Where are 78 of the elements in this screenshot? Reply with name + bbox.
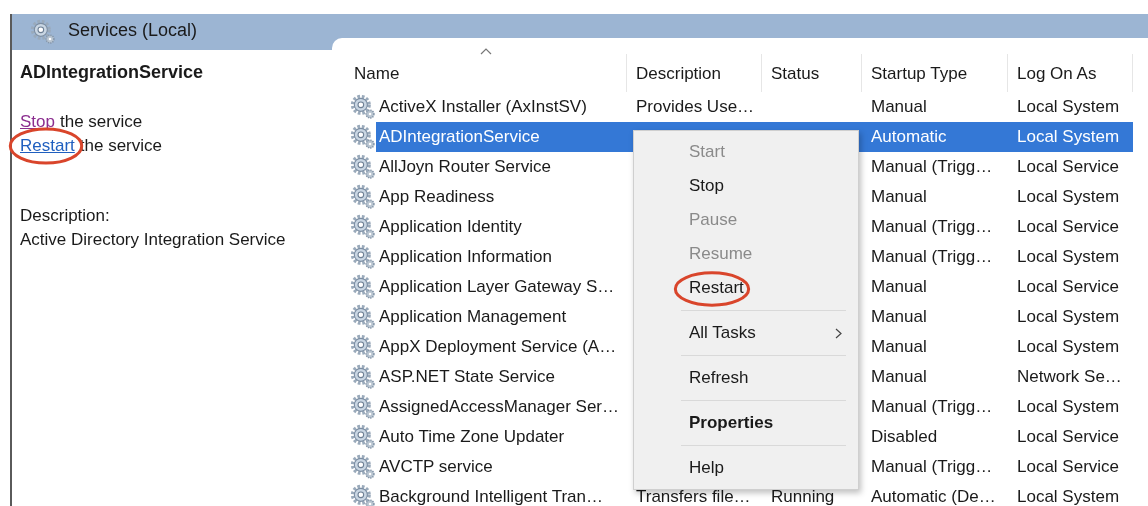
table-cell-text: Local System [1016,486,1121,506]
table-cell-text: Application Management [378,306,568,329]
gear-icon [350,244,376,270]
table-cell-text: Local System [1016,246,1121,269]
table-cell-text: Local Service [1016,156,1121,179]
chevron-right-icon [835,327,842,339]
header-title: Services (Local) [68,18,198,42]
table-cell-text: Local Service [1016,216,1121,239]
description-text: Active Directory Integration Service [20,229,287,252]
table-cell-text: ActiveX Installer (AxInstSV) [378,96,588,119]
table-cell-text: Local Service [1016,426,1121,449]
gear-icon [30,19,56,45]
column-header[interactable]: Log On As [1008,54,1133,92]
gear-icon [350,454,376,480]
gear-icon [350,304,376,330]
table-cell-text: Manual (Trigg… [870,456,994,479]
gear-icon [350,394,376,420]
column-header[interactable]: Name [344,54,627,92]
table-cell-text: AppX Deployment Service (A… [378,336,618,359]
gear-icon [350,334,376,360]
menu-item[interactable]: Help [681,451,846,485]
menu-item[interactable]: Restart [681,271,846,305]
sort-caret-icon [480,48,492,55]
table-cell-text: Running [770,486,836,506]
table-cell-text: Manual [870,306,928,329]
table-cell-text: Local System [1016,186,1121,209]
table-cell-text: Transfers file… [635,486,752,506]
table-cell-text: Manual [870,276,928,299]
description-label: Description: [20,205,111,228]
menu-item[interactable]: Refresh [681,361,846,395]
table-cell-text: Provides Use… [635,96,756,119]
gear-icon [350,364,376,390]
table-cell: Automatic [862,122,1008,152]
table-cell-text: Manual [870,96,928,119]
table-cell-text: App Readiness [378,186,496,209]
gear-icon [350,94,376,120]
menu-item[interactable]: Stop [681,169,846,203]
menu-item[interactable]: Properties [681,406,846,440]
column-header[interactable]: Description [627,54,762,92]
table-cell-text: Network Se… [1016,366,1123,389]
table-cell-text: Local Service [1016,456,1121,479]
table-cell-text: Manual (Trigg… [870,246,994,269]
gear-icon [350,184,376,210]
service-title: ADIntegrationService [20,61,205,83]
gear-icon [350,274,376,300]
table-cell-text: Manual (Trigg… [870,216,994,239]
menu-item[interactable]: All Tasks [681,316,846,350]
table-cell-text: Manual [870,186,928,209]
gear-icon [350,214,376,240]
column-header[interactable]: Status [762,54,862,92]
table-cell-text: Local System [1016,96,1121,119]
table-cell-text: Local System [1016,336,1121,359]
column-header[interactable]: Startup Type [862,54,1008,92]
table-cell-text: Local Service [1016,276,1121,299]
table-cell-text: AssignedAccessManager Ser… [378,396,620,419]
table-cell-text: Disabled [870,426,939,449]
table-cell-text: Local System [1016,396,1121,419]
table-cell-text: Manual (Trigg… [870,396,994,419]
table-cell-text: AVCTP service [378,456,494,479]
table-cell-text: Application Identity [378,216,523,239]
action-link[interactable]: Stop [20,109,55,135]
table-cell: Local System [1008,122,1133,152]
table-cell-text: Manual [870,366,928,389]
gear-icon [350,424,376,450]
table-cell-text: ASP.NET State Service [378,366,557,389]
action-text: the service [60,111,143,134]
table-cell-text: Background Intelligent Tran… [378,486,604,506]
table-cell-text: Application Information [378,246,553,269]
gear-icon [350,124,376,150]
table-cell-text: Automatic (De… [870,486,997,506]
table-cell-text: AllJoyn Router Service [378,156,552,179]
table-cell-text: Manual (Trigg… [870,156,994,179]
table-cell-text: Auto Time Zone Updater [378,426,566,449]
gear-icon [350,154,376,180]
table-cell: ADIntegrationService [376,122,627,152]
table-cell-text: Application Layer Gateway S… [378,276,616,299]
table-cell-text: Manual [870,336,928,359]
table-cell-text: Local System [1016,306,1121,329]
